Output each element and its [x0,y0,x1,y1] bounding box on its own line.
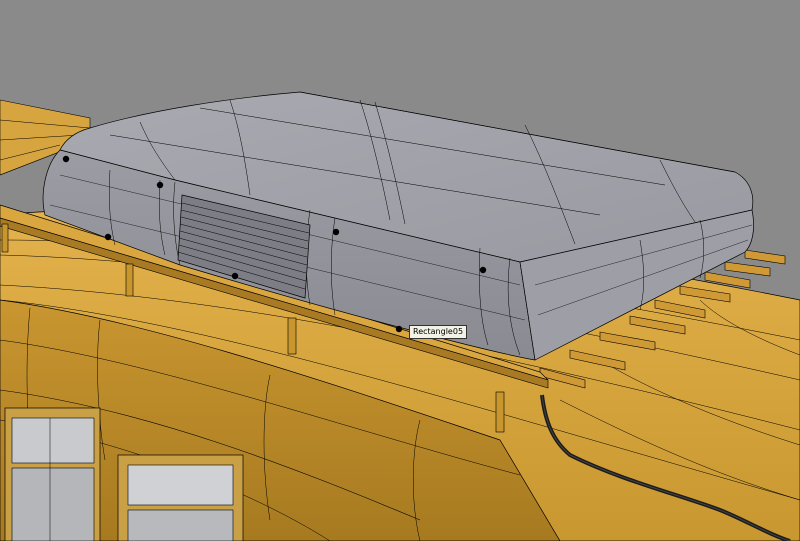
3d-viewport[interactable]: Rectangle05 [0,0,800,541]
object-name-tooltip: Rectangle05 [409,325,468,339]
viewport-scene[interactable] [0,0,800,541]
